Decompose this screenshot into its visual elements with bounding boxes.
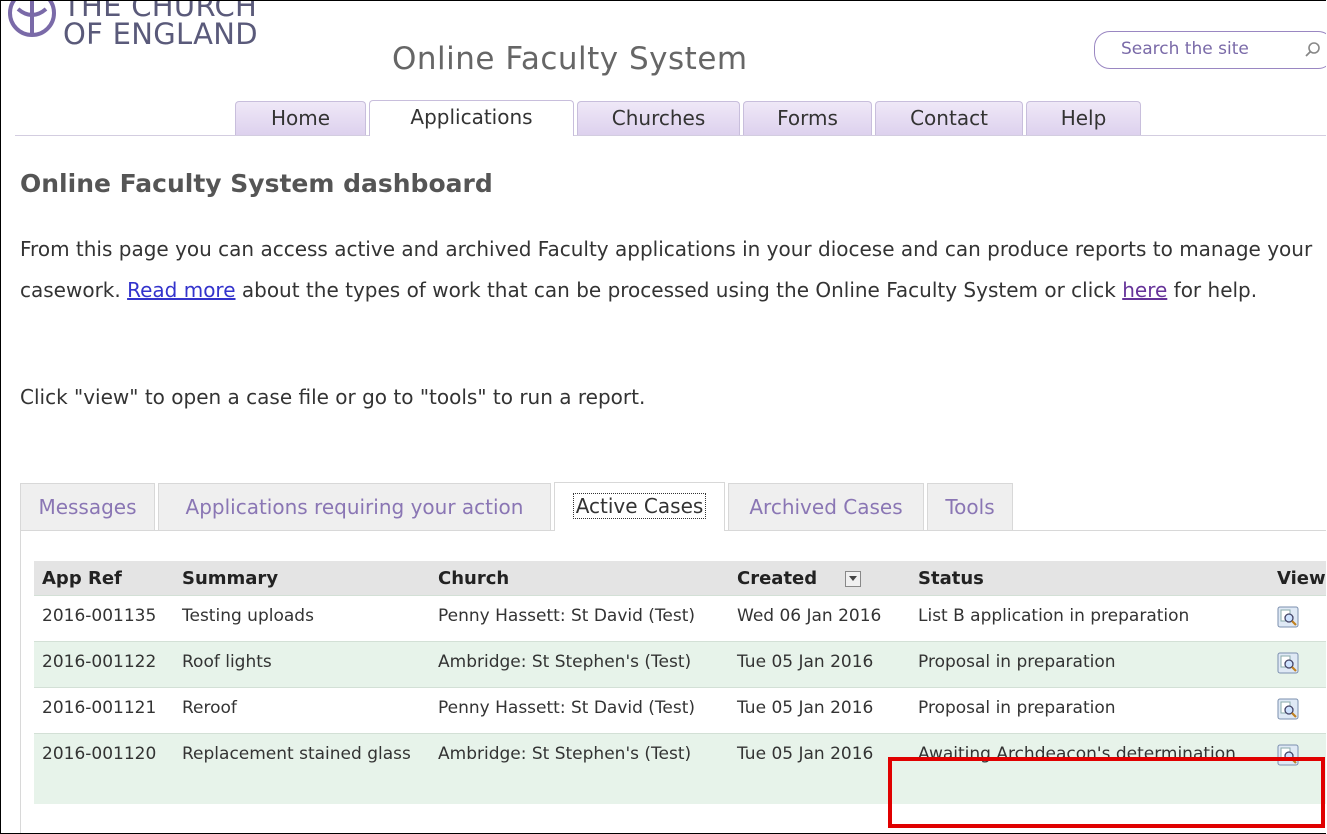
cell-summary: Testing uploads — [174, 595, 430, 642]
cell-status: List B application in preparation — [910, 595, 1269, 642]
intro-paragraph: From this page you can access active and… — [20, 229, 1320, 311]
search-box[interactable] — [1094, 31, 1326, 69]
cell-status: Proposal in preparation — [910, 687, 1269, 734]
cell-created: Wed 06 Jan 2016 — [729, 595, 910, 642]
logo-line-2: OF ENGLAND — [63, 17, 258, 51]
column-header-church[interactable]: Church — [430, 561, 729, 596]
cell-app-ref: 2016-001122 — [34, 641, 174, 688]
cell-view — [1269, 687, 1326, 734]
panel-border — [20, 530, 21, 833]
cell-summary: Reroof — [174, 687, 430, 734]
tab-forms[interactable]: Forms — [743, 101, 872, 135]
cell-created: Tue 05 Jan 2016 — [729, 641, 910, 688]
column-header-status[interactable]: Status — [910, 561, 1269, 596]
view-magnifier-icon[interactable] — [1277, 606, 1299, 628]
table-row: 2016-001135 Testing uploads Penny Hasset… — [34, 595, 1326, 642]
search-input[interactable] — [1119, 38, 1283, 60]
table-row: 2016-001121 Reroof Penny Hassett: St Dav… — [34, 687, 1326, 734]
tab-churches[interactable]: Churches — [577, 101, 740, 135]
tab-messages[interactable]: Messages — [20, 483, 155, 530]
view-magnifier-icon[interactable] — [1277, 744, 1299, 766]
column-header-summary[interactable]: Summary — [174, 561, 430, 596]
read-more-link[interactable]: Read more — [127, 278, 235, 302]
cell-church: Ambridge: St Stephen's (Test) — [430, 733, 729, 804]
help-here-link[interactable]: here — [1122, 278, 1167, 302]
cell-summary: Roof lights — [174, 641, 430, 688]
tab-archived-cases[interactable]: Archived Cases — [728, 483, 924, 530]
intro-text-3: for help. — [1167, 278, 1258, 302]
page-title: Online Faculty System dashboard — [20, 169, 493, 198]
sort-dropdown-icon[interactable] — [845, 570, 862, 587]
cell-summary: Replacement stained glass — [174, 733, 430, 804]
cell-status: Proposal in preparation — [910, 641, 1269, 688]
cell-created: Tue 05 Jan 2016 — [729, 687, 910, 734]
column-header-view: View — [1269, 561, 1326, 596]
cell-view — [1269, 595, 1326, 642]
cell-church: Penny Hassett: St David (Test) — [430, 595, 729, 642]
site-title: Online Faculty System — [392, 41, 748, 77]
column-header-created-label: Created — [737, 567, 818, 589]
cell-app-ref: 2016-001121 — [34, 687, 174, 734]
cell-church: Penny Hassett: St David (Test) — [430, 687, 729, 734]
table-header-row: App Ref Summary Church Created Status Vi… — [34, 561, 1326, 596]
church-cross-logo-icon — [8, 1, 56, 37]
cell-app-ref: 2016-001120 — [34, 733, 174, 804]
instruction-text: Click "view" to open a case file or go t… — [20, 385, 646, 409]
tab-tools[interactable]: Tools — [927, 483, 1013, 530]
view-magnifier-icon[interactable] — [1277, 698, 1299, 720]
cell-church: Ambridge: St Stephen's (Test) — [430, 641, 729, 688]
column-header-created[interactable]: Created — [729, 561, 910, 596]
active-cases-table: App Ref Summary Church Created Status Vi… — [34, 561, 1326, 804]
cell-created: Tue 05 Jan 2016 — [729, 733, 910, 804]
tab-active-cases[interactable]: Active Cases — [554, 482, 725, 531]
tab-home[interactable]: Home — [235, 101, 366, 135]
intro-text-2: about the types of work that can be proc… — [235, 278, 1123, 302]
cell-status: Awaiting Archdeacon's determination — [910, 733, 1269, 804]
cell-app-ref: 2016-001135 — [34, 595, 174, 642]
cell-view — [1269, 641, 1326, 688]
nav-baseline — [15, 135, 1326, 136]
view-magnifier-icon[interactable] — [1277, 652, 1299, 674]
table-row: 2016-001120 Replacement stained glass Am… — [34, 733, 1326, 804]
table-row: 2016-001122 Roof lights Ambridge: St Ste… — [34, 641, 1326, 688]
tab-applications[interactable]: Applications — [369, 100, 574, 136]
search-icon[interactable] — [1303, 40, 1323, 60]
tab-applications-requiring-action[interactable]: Applications requiring your action — [158, 483, 551, 530]
tab-help[interactable]: Help — [1026, 101, 1141, 135]
column-header-app-ref[interactable]: App Ref — [34, 561, 174, 596]
tab-contact[interactable]: Contact — [875, 101, 1023, 135]
page-frame: THE CHURCH OF ENGLAND Online Faculty Sys… — [0, 0, 1326, 834]
logo-text[interactable]: THE CHURCH OF ENGLAND — [63, 1, 258, 51]
tab-active-cases-label: Active Cases — [572, 493, 707, 519]
cell-view — [1269, 733, 1326, 804]
